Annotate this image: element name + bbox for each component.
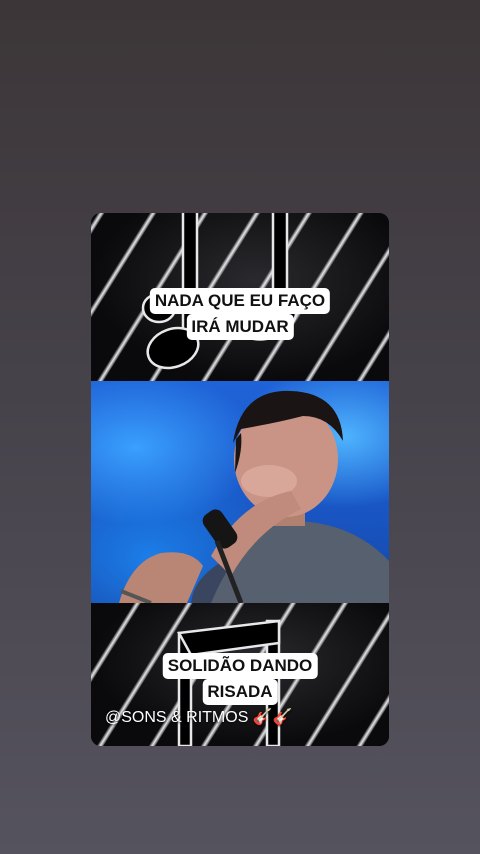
- singer-image: [119, 390, 389, 603]
- account-handle[interactable]: @SONS & RITMOS 🎸🎸: [105, 708, 293, 728]
- caption-bottom-line2: RISADA: [202, 679, 278, 705]
- story-card[interactable]: NADA QUE EU FAÇO IRÁ MUDAR SOLIDÃO DANDO…: [91, 213, 389, 746]
- caption-bottom: SOLIDÃO DANDO RISADA: [162, 653, 318, 705]
- caption-bottom-line1: SOLIDÃO DANDO: [162, 653, 318, 679]
- caption-top-line1: NADA QUE EU FAÇO: [149, 288, 331, 314]
- video-frame[interactable]: [91, 381, 389, 603]
- caption-top-line2: IRÁ MUDAR: [186, 314, 294, 340]
- caption-top: NADA QUE EU FAÇO IRÁ MUDAR: [149, 288, 331, 340]
